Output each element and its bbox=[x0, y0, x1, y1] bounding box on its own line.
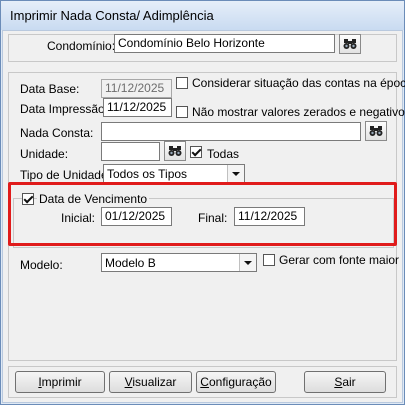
search-condominio-button[interactable] bbox=[339, 34, 361, 54]
main-window: Imprimir Nada Consta/ Adimplência Condom… bbox=[0, 0, 405, 405]
configuracao-button[interactable]: Configuração bbox=[196, 371, 276, 393]
configuracao-label-key: C bbox=[200, 375, 209, 389]
chevron-down-icon[interactable] bbox=[227, 165, 244, 182]
nada-consta-label: Nada Consta: bbox=[20, 126, 94, 140]
todas-label: Todas bbox=[207, 147, 240, 161]
fonte-maior-checkbox[interactable] bbox=[263, 254, 275, 266]
sair-button[interactable]: Sair bbox=[304, 371, 386, 393]
data-impressao-input[interactable]: 11/12/2025 bbox=[103, 98, 172, 117]
nao-mostrar-checkbox[interactable] bbox=[176, 106, 188, 118]
tipo-unidade-label: Tipo de Unidade: bbox=[20, 168, 111, 182]
data-base-label: Data Base: bbox=[20, 82, 80, 96]
modelo-select[interactable]: Modelo B bbox=[101, 253, 257, 272]
imprimir-label-post: mprimir bbox=[41, 375, 82, 389]
sair-label-post: air bbox=[342, 375, 356, 389]
imprimir-button[interactable]: Imprimir bbox=[15, 371, 105, 393]
nao-mostrar-label: Não mostrar valores zerados e negativos bbox=[192, 105, 405, 119]
configuracao-label-post: onfiguração bbox=[208, 375, 272, 389]
data-base-input[interactable]: 11/12/2025 bbox=[101, 79, 172, 98]
condominio-label: Condomínio: bbox=[47, 39, 116, 53]
chevron-down-icon[interactable] bbox=[239, 254, 256, 271]
binoculars-icon bbox=[369, 126, 383, 136]
visualizar-button[interactable]: Visualizar bbox=[109, 371, 192, 393]
visualizar-label-post: isualizar bbox=[132, 375, 177, 389]
window-title: Imprimir Nada Consta/ Adimplência bbox=[10, 8, 214, 23]
modelo-label: Modelo: bbox=[20, 258, 63, 272]
todas-checkbox[interactable] bbox=[190, 146, 202, 158]
considerar-checkbox[interactable] bbox=[176, 77, 188, 89]
search-unidade-button[interactable] bbox=[164, 141, 186, 161]
title-bar[interactable]: Imprimir Nada Consta/ Adimplência bbox=[1, 1, 404, 30]
search-nada-consta-button[interactable] bbox=[365, 121, 387, 141]
condominio-input[interactable]: Condomínio Belo Horizonte bbox=[114, 34, 335, 53]
unidade-input[interactable] bbox=[101, 142, 160, 161]
nada-consta-input[interactable] bbox=[101, 122, 361, 141]
binoculars-icon bbox=[168, 146, 182, 156]
binoculars-icon bbox=[343, 39, 357, 49]
modelo-value: Modelo B bbox=[105, 256, 156, 270]
tipo-unidade-select[interactable]: Todos os Tipos bbox=[103, 164, 245, 183]
data-impressao-label: Data Impressão: bbox=[20, 102, 109, 116]
considerar-label: Considerar situação das contas na época bbox=[192, 76, 405, 90]
tipo-unidade-value: Todos os Tipos bbox=[107, 167, 188, 181]
highlight-box bbox=[8, 182, 397, 246]
fonte-maior-label: Gerar com fonte maior bbox=[279, 253, 400, 267]
unidade-label: Unidade: bbox=[20, 147, 69, 161]
